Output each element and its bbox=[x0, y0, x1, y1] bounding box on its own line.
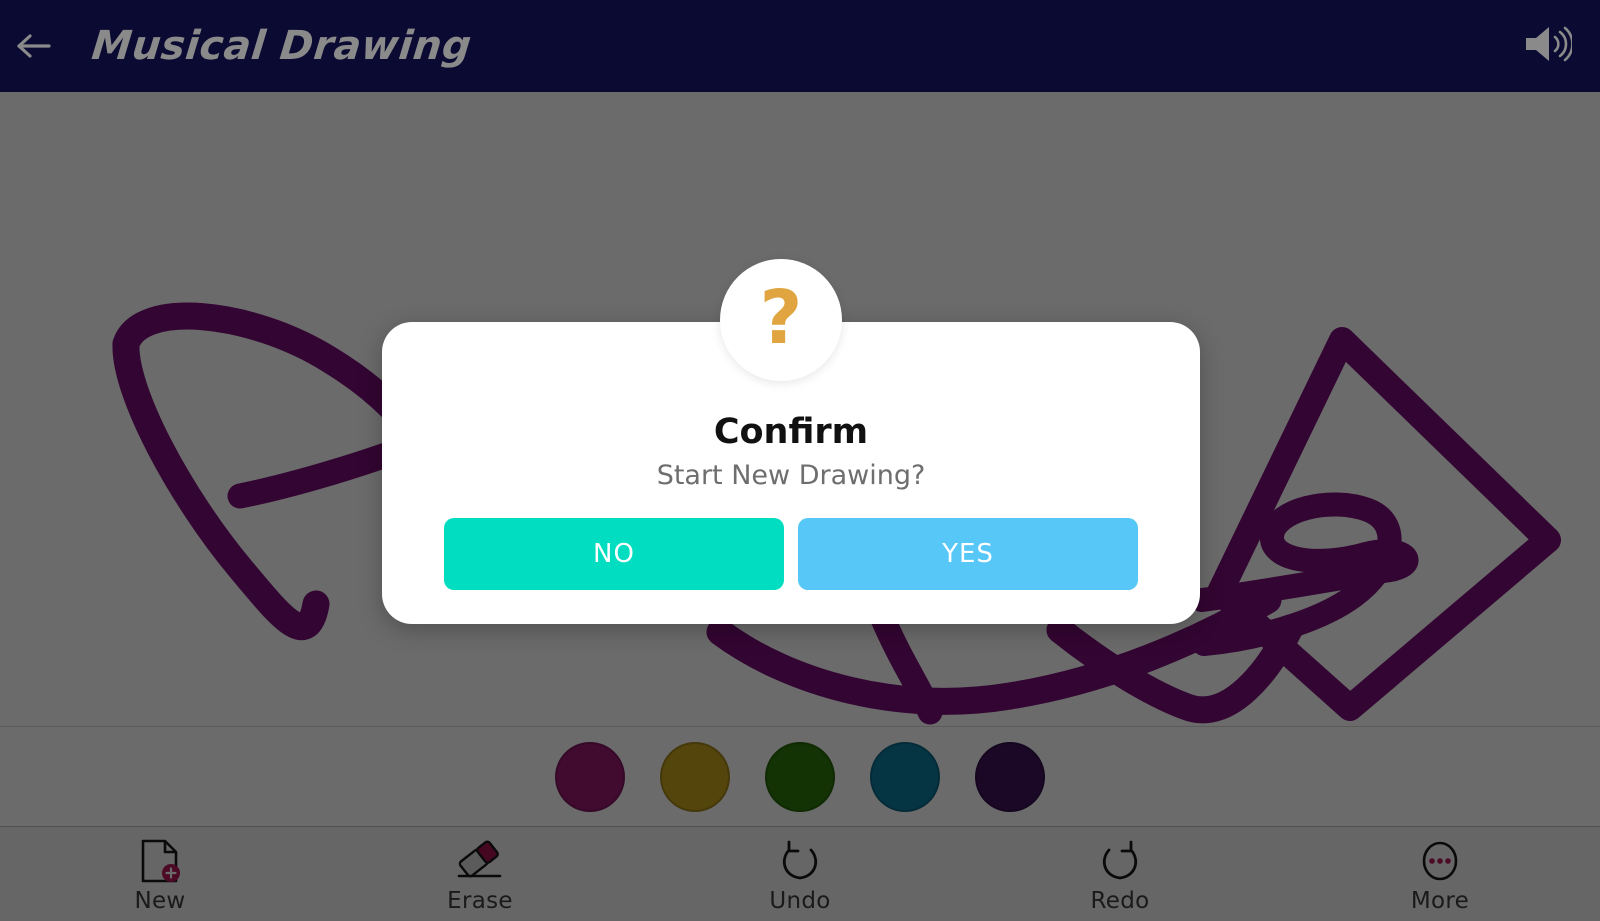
dialog-message: Start New Drawing? bbox=[656, 460, 926, 491]
musical-drawing-app: Musical Drawing Confirm Start New Drawin… bbox=[0, 0, 1600, 921]
question-mark-icon: ? bbox=[759, 275, 803, 361]
page-title: Musical Drawing bbox=[89, 23, 474, 69]
back-button[interactable] bbox=[0, 0, 70, 92]
back-arrow-icon bbox=[15, 30, 55, 62]
yes-button[interactable]: YES bbox=[798, 518, 1138, 590]
app-header: Musical Drawing bbox=[0, 0, 1600, 92]
dialog-actions: NO YES bbox=[444, 518, 1138, 590]
dialog-title: Confirm bbox=[713, 412, 869, 452]
no-button[interactable]: NO bbox=[444, 518, 784, 590]
question-mark-badge: ? bbox=[720, 259, 842, 381]
sound-toggle-button[interactable] bbox=[1516, 15, 1578, 77]
speaker-volume-icon bbox=[1522, 23, 1574, 70]
